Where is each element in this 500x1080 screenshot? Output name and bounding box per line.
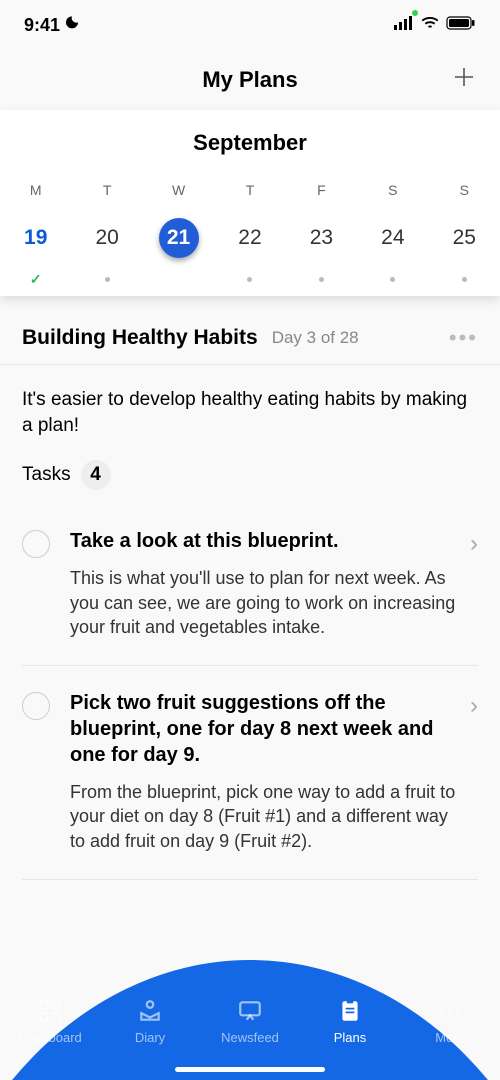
plans-icon [337,998,363,1024]
dot-indicator [390,277,395,282]
task-checkbox[interactable] [22,692,50,720]
task-row[interactable]: Pick two fruit suggestions off the bluep… [22,676,478,880]
plan-subtitle: Day 3 of 28 [272,328,359,348]
nav-newsfeed[interactable]: Newsfeed [205,998,295,1045]
page-header: My Plans [0,50,500,110]
newsfeed-icon [237,998,263,1024]
calendar-strip: September MTWTFSS 19202122232425 ✓ [0,110,500,296]
chevron-right-icon: › [470,530,478,558]
dashboard-icon [37,998,63,1024]
tasks-label: Tasks [22,464,71,486]
nav-dashboard[interactable]: Dashboard [5,998,95,1045]
battery-icon [446,16,476,35]
nav-label: More [435,1030,465,1045]
tasks-list: Take a look at this blueprint. This is w… [0,514,500,890]
cal-date[interactable]: 23 [286,218,357,258]
dot-indicator [319,277,324,282]
status-time: 9:41 [24,15,60,36]
task-description: From the blueprint, pick one way to add … [70,780,460,853]
more-icon [437,998,463,1024]
plus-icon [452,65,476,89]
task-body: Take a look at this blueprint. This is w… [50,528,470,639]
cal-date[interactable]: 24 [357,218,428,258]
bottom-nav: Dashboard Diary Newsfeed Plans More [0,970,500,1080]
cal-day-label: M [0,182,71,198]
cal-day-label: T [71,182,142,198]
chevron-right-icon: › [470,692,478,720]
check-icon: ✓ [30,271,42,288]
nav-plans[interactable]: Plans [305,998,395,1045]
task-title: Pick two fruit suggestions off the bluep… [70,690,460,768]
dot-indicator [462,277,467,282]
task-checkbox[interactable] [22,530,50,558]
dot-indicator [105,277,110,282]
tasks-heading: Tasks 4 [0,460,500,514]
cal-day-label: F [286,182,357,198]
task-description: This is what you'll use to plan for next… [70,566,460,639]
nav-label: Diary [135,1030,165,1045]
cal-date[interactable]: 22 [214,218,285,258]
calendar-month: September [0,130,500,156]
nav-label: Dashboard [18,1030,82,1045]
plan-header: Building Healthy Habits Day 3 of 28 ••• [0,326,500,365]
do-not-disturb-icon [64,15,80,36]
task-row[interactable]: Take a look at this blueprint. This is w… [22,514,478,666]
nav-diary[interactable]: Diary [105,998,195,1045]
wifi-icon [420,16,440,35]
cal-day-label: S [357,182,428,198]
diary-icon [137,998,163,1024]
cal-day-label: W [143,182,214,198]
nav-label: Newsfeed [221,1030,279,1045]
cal-date[interactable]: 20 [71,218,142,258]
task-title: Take a look at this blueprint. [70,528,460,554]
tasks-count-badge: 4 [81,460,111,490]
home-indicator[interactable] [175,1067,325,1072]
cellular-icon [394,16,414,35]
status-bar: 9:41 [0,0,500,50]
nav-label: Plans [334,1030,367,1045]
plan-description: It's easier to develop healthy eating ha… [0,365,500,460]
cal-date[interactable]: 25 [429,218,500,258]
bottom-nav-wrap: Dashboard Diary Newsfeed Plans More [0,930,500,1080]
cal-day-label: S [429,182,500,198]
cal-date[interactable]: 21 [159,218,199,258]
privacy-indicator-dot [412,10,418,16]
add-button[interactable] [452,63,476,97]
dot-indicator [247,277,252,282]
nav-more[interactable]: More [405,998,495,1045]
plan-title: Building Healthy Habits [22,326,258,350]
page-title: My Plans [202,67,297,93]
cal-date[interactable]: 19 [0,218,71,258]
cal-day-label: T [214,182,285,198]
task-body: Pick two fruit suggestions off the bluep… [50,690,470,853]
